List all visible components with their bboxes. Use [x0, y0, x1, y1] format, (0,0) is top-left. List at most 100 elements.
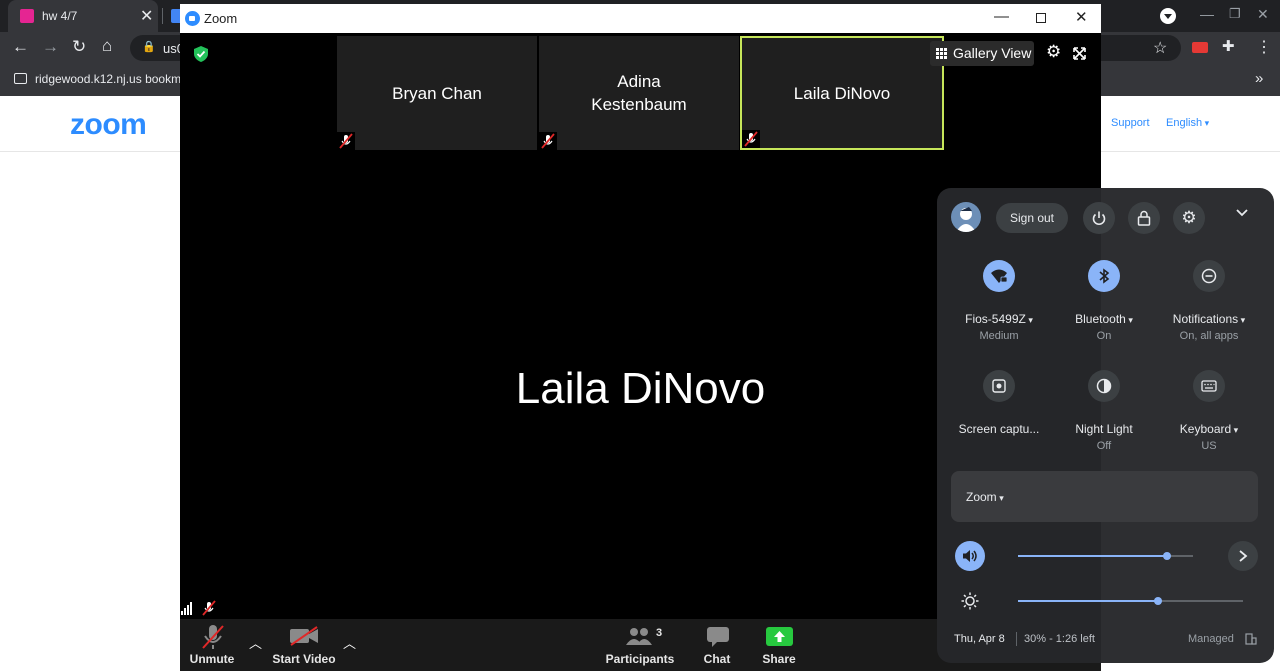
bluetooth-status: On — [1096, 330, 1112, 342]
zoom-logo[interactable]: zoom — [70, 108, 147, 142]
address-bar-end[interactable]: ☆ — [1101, 35, 1181, 61]
bookmark-item[interactable]: ridgewood.k12.nj.us bookma — [35, 72, 188, 86]
keyboard-layout: US — [1201, 440, 1217, 452]
screen-capture-icon[interactable] — [983, 370, 1015, 402]
lock-button[interactable] — [1128, 202, 1160, 234]
grid-icon — [936, 48, 947, 59]
muted-mic-icon — [337, 132, 355, 150]
sign-out-button[interactable]: Sign out — [996, 203, 1068, 233]
tab-divider — [162, 8, 163, 24]
brightness-slider[interactable] — [1018, 597, 1243, 605]
media-controls-card[interactable]: Zoom — [951, 471, 1258, 522]
bluetooth-icon[interactable] — [1088, 260, 1120, 292]
language-dropdown[interactable]: English — [1166, 117, 1209, 129]
more-menu-icon[interactable]: ⋮ — [1256, 37, 1272, 57]
screen-capture-label: Screen captu... — [958, 422, 1040, 436]
profile-menu-icon[interactable] — [1160, 8, 1176, 24]
participant-tile-active[interactable]: Laila DiNovo — [740, 36, 944, 150]
unmute-label: Unmute — [189, 652, 235, 666]
night-light-pod[interactable]: Night Light Off — [1052, 370, 1156, 452]
volume-mute-button[interactable] — [955, 541, 985, 571]
wifi-icon[interactable] — [983, 260, 1015, 292]
collapse-chevron-icon[interactable] — [1235, 208, 1249, 218]
close-window-icon[interactable]: ✕ — [1075, 8, 1088, 26]
video-options-chevron-icon[interactable]: ︿ — [343, 633, 356, 652]
back-icon[interactable]: ← — [12, 37, 29, 57]
lock-icon — [1137, 210, 1151, 226]
close-tab-icon[interactable]: ✕ — [140, 6, 153, 26]
notifications-status: On, all apps — [1179, 330, 1239, 342]
start-video-button[interactable]: Start Video — [270, 619, 338, 671]
do-not-disturb-icon[interactable] — [1193, 260, 1225, 292]
bluetooth-pod[interactable]: Bluetooth On — [1052, 260, 1156, 342]
keyboard-icon[interactable] — [1193, 370, 1225, 402]
fullscreen-icon[interactable] — [1073, 47, 1086, 60]
participant-tile[interactable]: Bryan Chan — [337, 36, 537, 150]
forward-icon[interactable]: → — [42, 37, 59, 57]
wifi-pod[interactable]: Fios-5499Z Medium — [947, 260, 1051, 342]
gallery-view-button[interactable]: Gallery View — [930, 41, 1034, 66]
home-icon[interactable]: ⌂ — [102, 36, 112, 56]
chat-button[interactable]: Chat — [695, 619, 739, 671]
notifications-label[interactable]: Notifications — [1157, 312, 1261, 326]
more-bookmarks-icon[interactable]: » — [1255, 70, 1263, 87]
extension-icon[interactable] — [1192, 42, 1208, 53]
start-video-label: Start Video — [272, 652, 336, 666]
notifications-pod[interactable]: Notifications On, all apps — [1157, 260, 1261, 342]
puzzle-icon[interactable]: ✚ — [1222, 37, 1235, 55]
speaker-icon — [963, 550, 977, 562]
reload-icon[interactable]: ↻ — [72, 37, 86, 57]
keyboard-label[interactable]: Keyboard — [1157, 422, 1261, 436]
wifi-network-name[interactable]: Fios-5499Z — [947, 312, 1051, 326]
wifi-signal-strength: Medium — [979, 330, 1019, 342]
volume-slider[interactable] — [1018, 552, 1193, 560]
share-screen-button[interactable]: Share — [755, 619, 803, 671]
managed-label[interactable]: Managed — [1188, 633, 1234, 645]
enterprise-building-icon — [1245, 633, 1257, 645]
participant-name: Bryan Chan — [392, 83, 482, 103]
night-light-icon[interactable] — [1088, 370, 1120, 402]
screen-capture-pod[interactable]: Screen captu... — [947, 370, 1051, 436]
connection-signal-icon[interactable] — [181, 601, 195, 615]
tab-title: hw 4/7 — [42, 9, 78, 23]
participants-icon — [626, 628, 652, 645]
keyboard-pod[interactable]: Keyboard US — [1157, 370, 1261, 452]
brightness-icon — [961, 592, 979, 610]
avatar[interactable] — [951, 202, 981, 232]
zoom-titlebar: Zoom — ✕ — [180, 4, 1101, 33]
battery-status[interactable]: 30% - 1:26 left — [1024, 633, 1095, 645]
browser-tab[interactable]: hw 4/7 ✕ — [8, 0, 158, 32]
settings-gear-icon[interactable]: ⚙ — [1046, 42, 1061, 62]
lock-icon: 🔒 — [142, 41, 156, 53]
encryption-shield-icon[interactable] — [194, 46, 208, 62]
muted-mic-icon — [742, 130, 760, 148]
restore-browser-icon[interactable]: ❐ — [1229, 6, 1241, 22]
participants-count: 3 — [656, 627, 663, 639]
minimize-browser-icon[interactable]: — — [1200, 6, 1214, 22]
shutdown-button[interactable] — [1083, 202, 1115, 234]
power-icon — [1092, 211, 1106, 226]
participants-button[interactable]: 3 Participants — [605, 619, 675, 671]
share-label: Share — [762, 652, 796, 666]
bookmark-star-icon[interactable]: ☆ — [1153, 38, 1167, 58]
volume-thumb[interactable] — [1162, 552, 1171, 560]
support-link[interactable]: Support — [1111, 117, 1150, 129]
participants-label: Participants — [605, 652, 675, 666]
participant-name: Adina Kestenbaum — [591, 72, 687, 114]
brightness-icon-holder — [955, 586, 985, 616]
date-label[interactable]: Thu, Apr 8 — [954, 633, 1005, 645]
audio-settings-button[interactable] — [1228, 541, 1258, 571]
media-source-label[interactable]: Zoom — [966, 490, 1004, 504]
muted-mic-icon — [202, 625, 224, 649]
minimize-window-icon[interactable]: — — [994, 8, 1009, 25]
gear-icon: ⚙ — [1181, 208, 1197, 227]
participant-tile[interactable]: Adina Kestenbaum — [539, 36, 739, 150]
audio-options-chevron-icon[interactable]: ︿ — [249, 633, 262, 652]
settings-button[interactable]: ⚙ — [1173, 202, 1205, 234]
self-muted-icon — [202, 600, 216, 616]
brightness-thumb[interactable] — [1153, 597, 1162, 605]
maximize-window-icon[interactable] — [1036, 13, 1046, 23]
bluetooth-label[interactable]: Bluetooth — [1052, 312, 1156, 326]
close-browser-icon[interactable]: ✕ — [1257, 6, 1269, 23]
unmute-button[interactable]: Unmute — [184, 619, 240, 671]
